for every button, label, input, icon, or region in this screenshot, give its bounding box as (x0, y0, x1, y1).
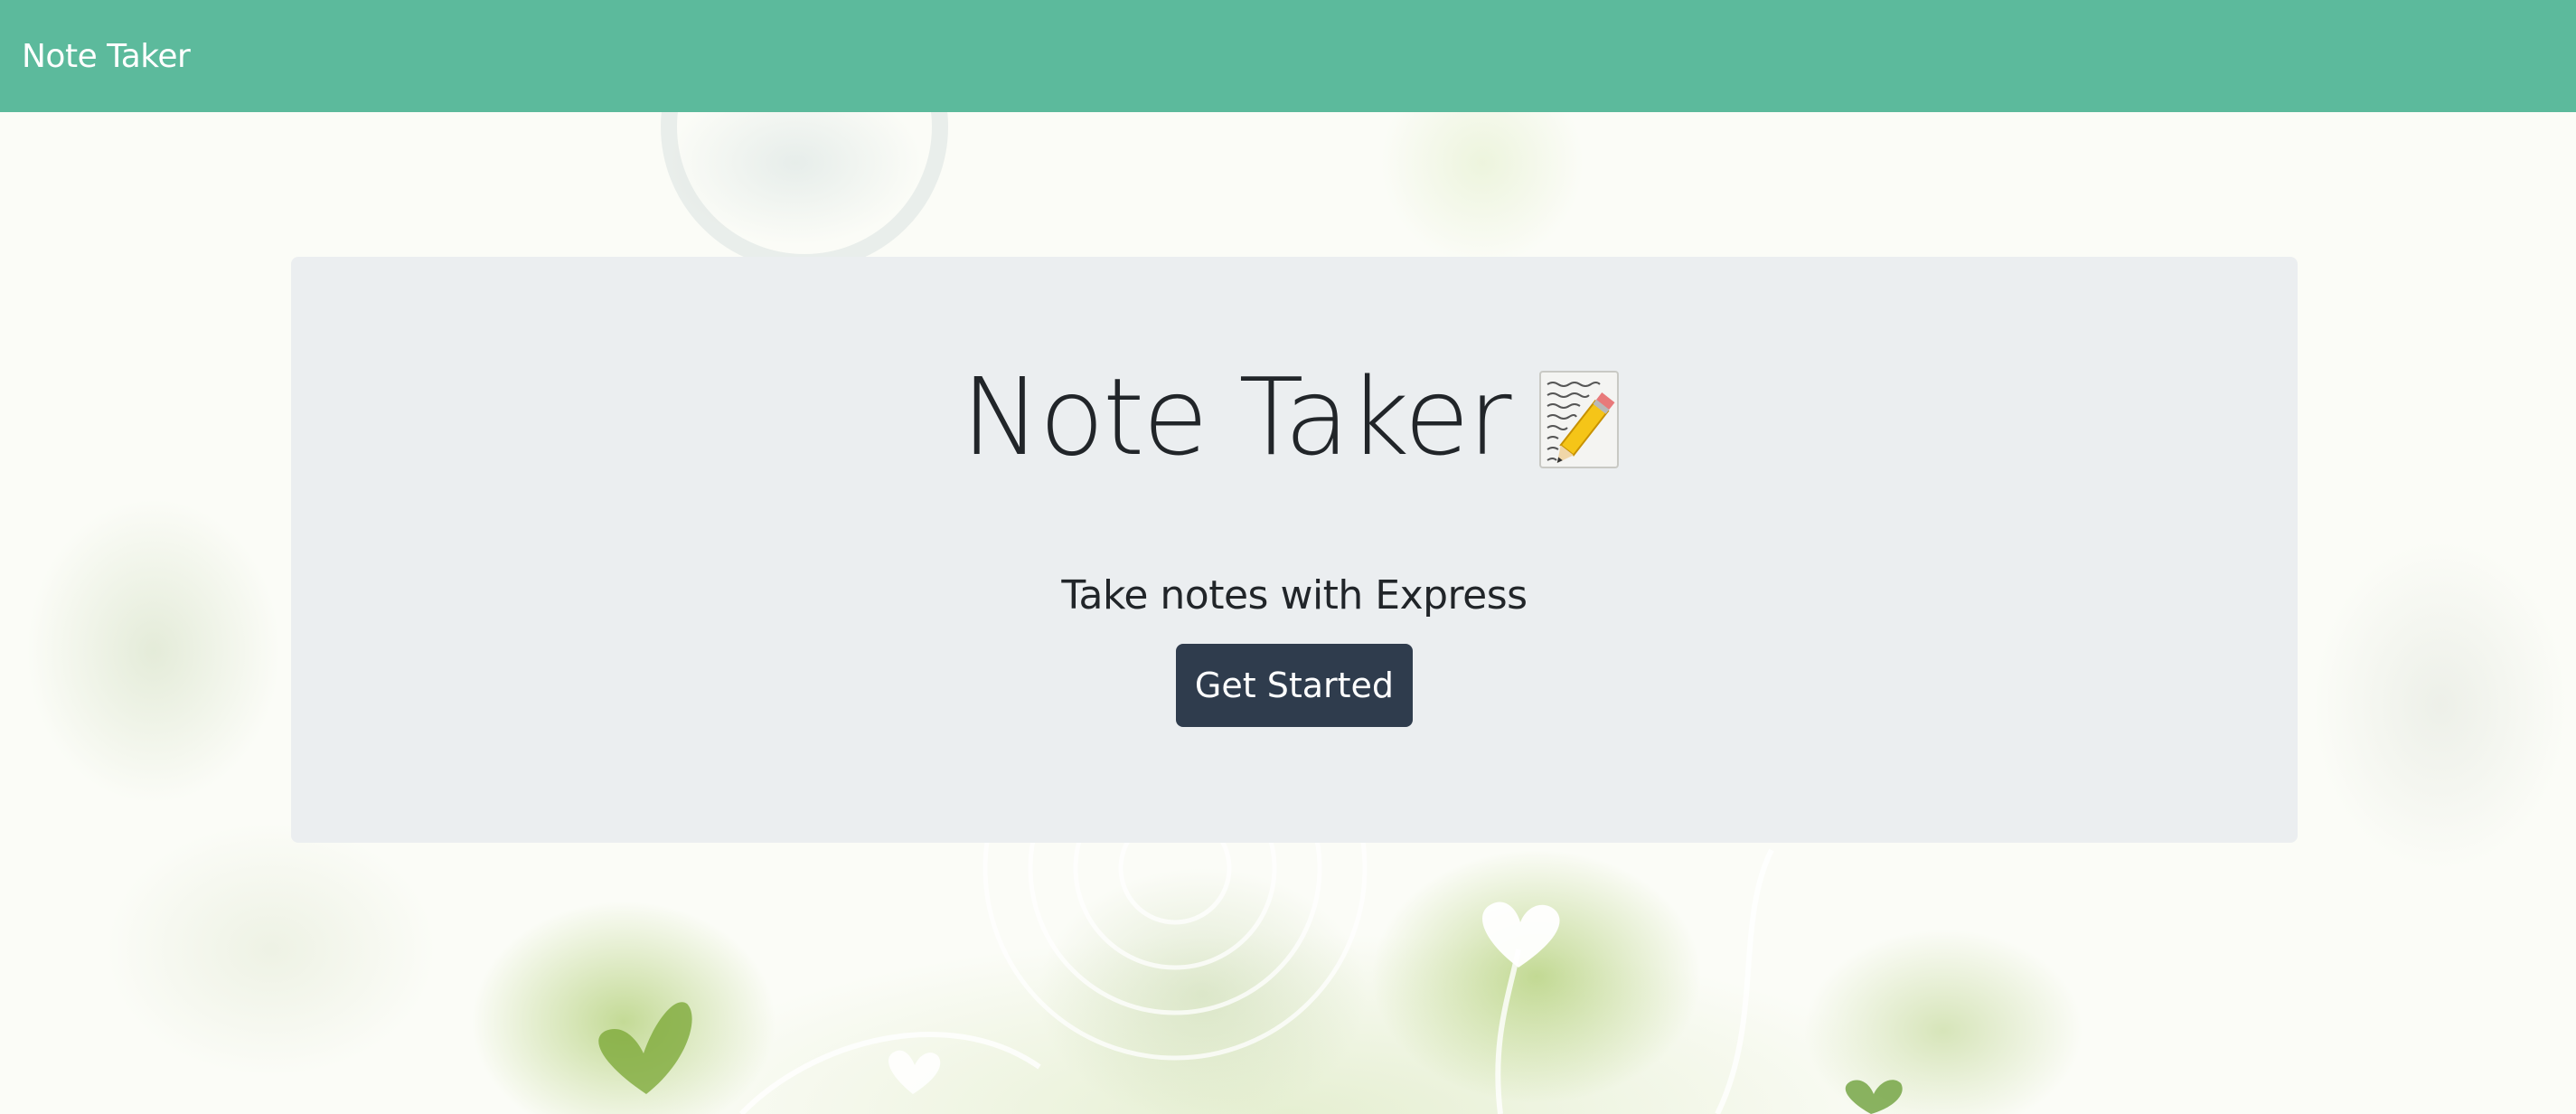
navbar-brand[interactable]: Note Taker (22, 38, 191, 75)
hero-subtitle: Take notes with Express (1061, 572, 1528, 618)
hero-title-text: Note Taker (961, 354, 1512, 479)
hero-panel: Note Taker Take notes with Express Get S… (291, 257, 2298, 843)
memo-icon (1537, 370, 1627, 471)
navbar: Note Taker (0, 0, 2576, 112)
get-started-button[interactable]: Get Started (1176, 644, 1413, 727)
hero-title: Note Taker (291, 363, 2298, 470)
